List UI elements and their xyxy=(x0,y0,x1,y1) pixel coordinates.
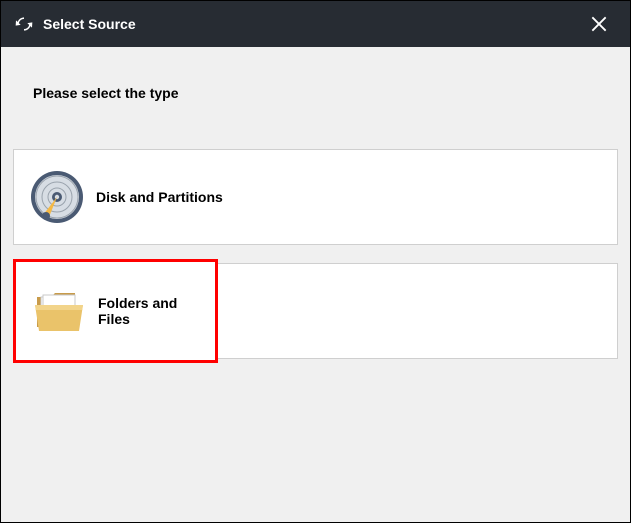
prompt-text: Please select the type xyxy=(13,57,618,149)
content-area: Please select the type Disk and Partitio… xyxy=(1,47,630,522)
option-folders-label: Folders and Files xyxy=(98,295,201,327)
app-refresh-icon xyxy=(13,13,35,35)
option-folders-and-files[interactable]: Folders and Files xyxy=(13,259,218,363)
hard-disk-icon xyxy=(28,168,86,226)
titlebar: Select Source xyxy=(1,1,630,47)
window-title: Select Source xyxy=(43,16,136,32)
folder-icon xyxy=(30,282,88,340)
close-button[interactable] xyxy=(580,5,618,43)
option-disk-label: Disk and Partitions xyxy=(96,189,223,205)
option-disk-and-partitions[interactable]: Disk and Partitions xyxy=(13,149,618,245)
